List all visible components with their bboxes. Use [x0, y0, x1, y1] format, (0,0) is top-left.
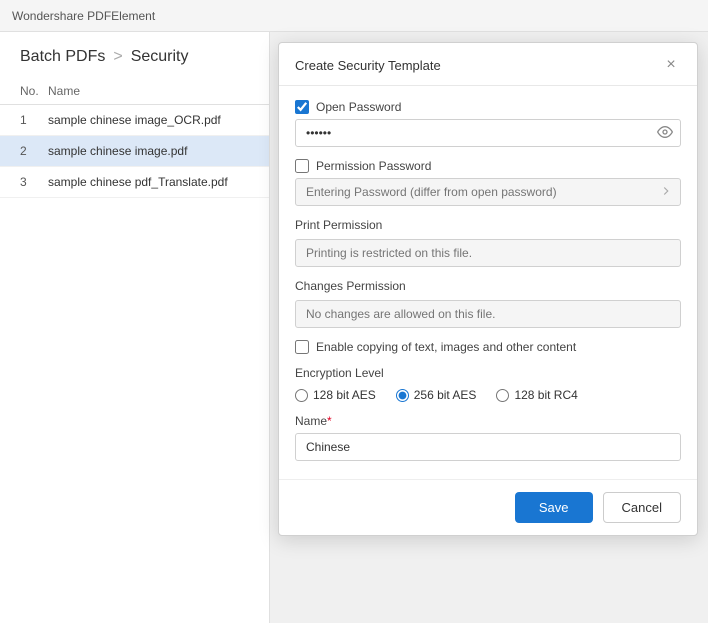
open-password-section: Open Password: [295, 100, 681, 147]
dialog-body: Open Password: [279, 86, 697, 475]
dialog-footer: Save Cancel: [279, 479, 697, 535]
file-row[interactable]: 3 sample chinese pdf_Translate.pdf: [0, 167, 269, 198]
security-template-dialog: Create Security Template × Open Password: [278, 42, 698, 536]
open-password-label: Open Password: [316, 100, 401, 114]
breadcrumb: Batch PDFs > Security: [0, 32, 269, 78]
left-panel: Batch PDFs > Security No. Name 1 sample …: [0, 32, 270, 623]
file-row-name: sample chinese image_OCR.pdf: [40, 113, 269, 127]
permission-password-section: Permission Password: [295, 159, 681, 206]
encryption-option-label-256aes: 256 bit AES: [414, 388, 477, 402]
dialog-close-button[interactable]: ×: [661, 55, 681, 75]
col-header-name: Name: [40, 84, 269, 98]
encryption-radio-256aes[interactable]: [396, 389, 409, 402]
file-row-no: 3: [0, 175, 40, 189]
open-password-checkbox-row: Open Password: [295, 100, 681, 114]
print-permission-input[interactable]: [295, 239, 681, 267]
permission-password-input[interactable]: [295, 178, 681, 206]
encryption-option-128aes[interactable]: 128 bit AES: [295, 388, 376, 402]
encryption-option-128rc4[interactable]: 128 bit RC4: [496, 388, 577, 402]
required-marker: *: [327, 414, 332, 428]
print-permission-label: Print Permission: [295, 218, 681, 232]
dialog-title: Create Security Template: [295, 58, 441, 73]
open-password-checkbox[interactable]: [295, 100, 309, 114]
save-button[interactable]: Save: [515, 492, 593, 523]
encryption-level-section: Encryption Level 128 bit AES 256 bit AES…: [295, 366, 681, 402]
breadcrumb-current: Security: [131, 48, 189, 66]
changes-permission-input[interactable]: [295, 300, 681, 328]
app-title: Wondershare PDFElement: [12, 9, 155, 23]
permission-password-checkbox-row: Permission Password: [295, 159, 681, 173]
file-row[interactable]: 1 sample chinese image_OCR.pdf: [0, 105, 269, 136]
encryption-radio-group: 128 bit AES 256 bit AES 128 bit RC4: [295, 388, 681, 402]
encryption-radio-128rc4[interactable]: [496, 389, 509, 402]
file-row-no: 2: [0, 144, 40, 158]
encryption-radio-128aes[interactable]: [295, 389, 308, 402]
file-row-name: sample chinese image.pdf: [40, 144, 269, 158]
file-row[interactable]: 2 sample chinese image.pdf: [0, 136, 269, 167]
copy-content-row: Enable copying of text, images and other…: [295, 340, 681, 354]
encryption-option-label-128aes: 128 bit AES: [313, 388, 376, 402]
encryption-option-256aes[interactable]: 256 bit AES: [396, 388, 477, 402]
template-name-input[interactable]: [295, 433, 681, 461]
dialog-title-bar: Create Security Template ×: [279, 43, 697, 86]
changes-permission-label: Changes Permission: [295, 279, 681, 293]
copy-content-label: Enable copying of text, images and other…: [316, 340, 576, 354]
file-table-header: No. Name: [0, 78, 269, 105]
breadcrumb-separator: >: [113, 48, 122, 66]
file-row-no: 1: [0, 113, 40, 127]
main-layout: Batch PDFs > Security No. Name 1 sample …: [0, 32, 708, 623]
changes-permission-section: Changes Permission: [295, 279, 681, 328]
encryption-level-label: Encryption Level: [295, 366, 681, 380]
permission-password-label: Permission Password: [316, 159, 431, 173]
breadcrumb-parent: Batch PDFs: [20, 48, 105, 66]
print-permission-section: Print Permission: [295, 218, 681, 267]
file-list: 1 sample chinese image_OCR.pdf 2 sample …: [0, 105, 269, 198]
name-label: Name*: [295, 414, 681, 428]
title-bar: Wondershare PDFElement: [0, 0, 708, 32]
name-section: Name*: [295, 414, 681, 461]
cancel-button[interactable]: Cancel: [603, 492, 681, 523]
open-password-input[interactable]: [295, 119, 681, 147]
file-row-name: sample chinese pdf_Translate.pdf: [40, 175, 269, 189]
col-header-no: No.: [0, 84, 40, 98]
password-toggle-icon[interactable]: [657, 124, 673, 143]
permission-password-checkbox[interactable]: [295, 159, 309, 173]
permission-password-input-wrapper: [295, 178, 681, 206]
encryption-option-label-128rc4: 128 bit RC4: [514, 388, 577, 402]
open-password-input-wrapper: [295, 119, 681, 147]
permission-arrow-icon: [659, 184, 673, 201]
copy-content-checkbox[interactable]: [295, 340, 309, 354]
